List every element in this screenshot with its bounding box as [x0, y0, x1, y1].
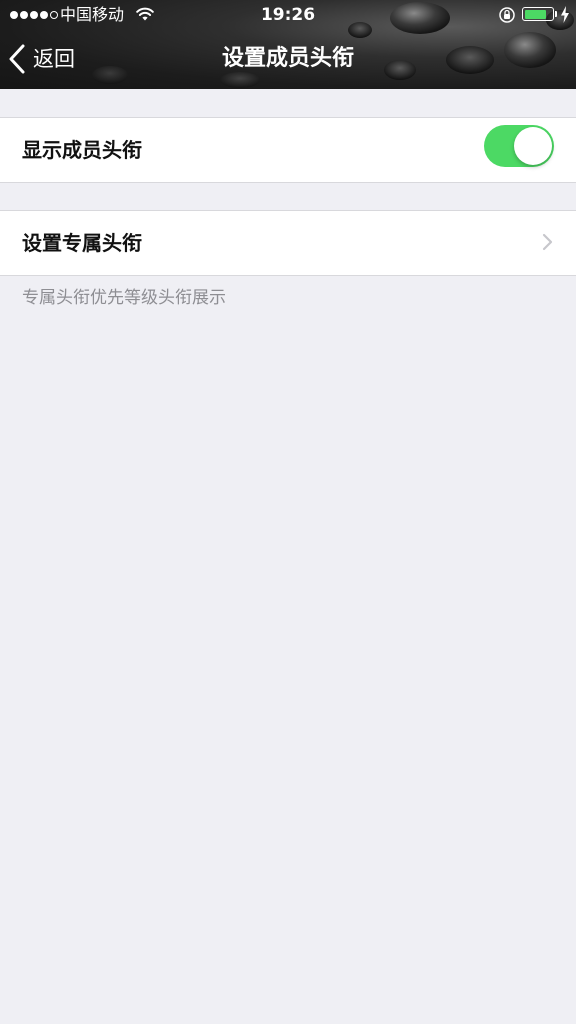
status-bar: 中国移动 19:26 — [0, 0, 576, 30]
page-title: 设置成员头衔 — [221, 46, 354, 71]
custom-title-cell[interactable]: 设置专属头衔 — [0, 211, 576, 275]
navigation-bar: 返回 设置成员头衔 — [0, 30, 576, 89]
battery-level — [524, 9, 547, 19]
status-time: 19:26 — [260, 5, 316, 25]
show-titles-group: 显示成员头衔 — [0, 117, 576, 183]
chevron-right-icon — [542, 233, 553, 251]
show-titles-label: 显示成员头衔 — [22, 138, 142, 162]
show-titles-cell: 显示成员头衔 — [0, 118, 576, 182]
header: 中国移动 19:26 返回 设置成员头衔 — [0, 0, 576, 89]
show-titles-toggle[interactable] — [484, 125, 554, 167]
toggle-knob — [514, 127, 552, 165]
custom-title-label: 设置专属头衔 — [22, 231, 142, 255]
custom-title-note: 专属头衔优先等级头衔展示 — [22, 288, 226, 308]
custom-title-group: 设置专属头衔 — [0, 210, 576, 276]
battery-tip — [555, 11, 557, 17]
rotation-lock-icon — [499, 7, 515, 23]
battery-icon — [522, 7, 554, 21]
charging-bolt-icon — [561, 6, 569, 23]
